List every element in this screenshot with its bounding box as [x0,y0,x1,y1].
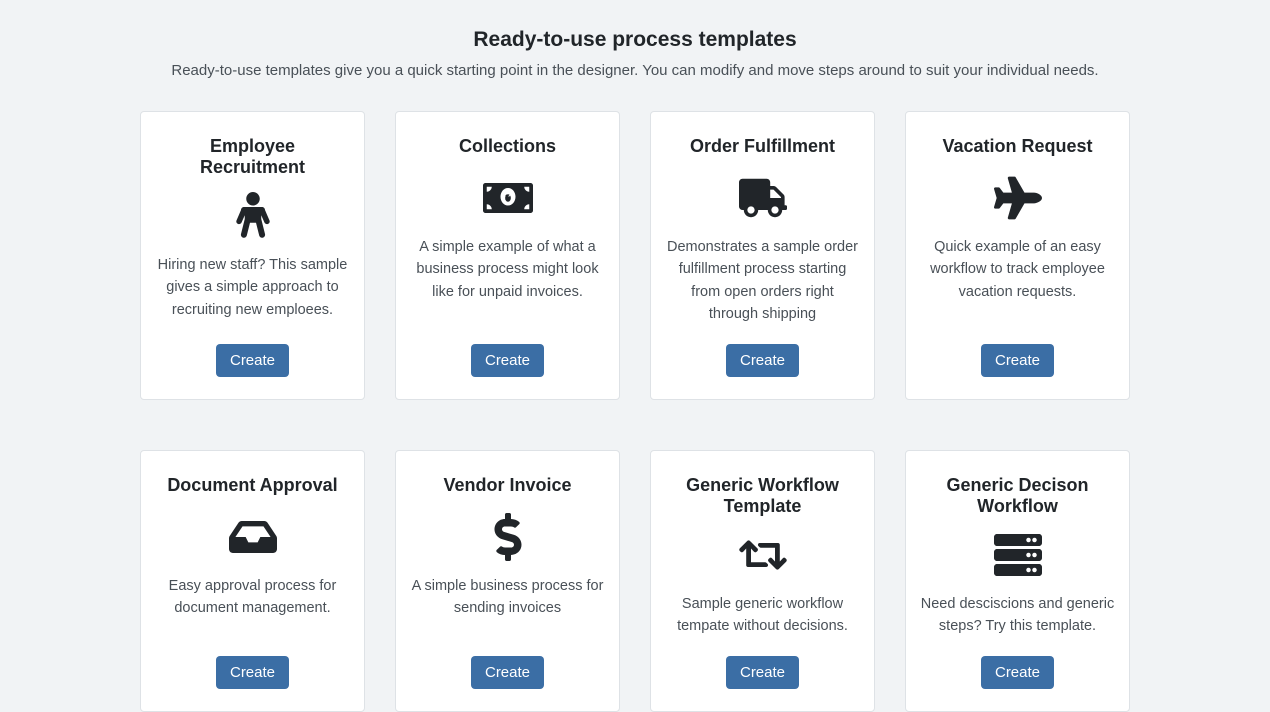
inbox-icon [229,513,277,561]
plane-icon [994,174,1042,222]
template-desc: Demonstrates a sample order fulfillment … [665,236,860,326]
template-title: Collections [459,136,556,160]
create-button[interactable]: Create [726,344,799,377]
section-title: Ready-to-use process templates [140,28,1130,52]
template-card: Collections 1 /* override to display the… [395,111,620,400]
create-button[interactable]: Create [726,656,799,689]
template-card: Order Fulfillment Demonstrates a sample … [650,111,875,400]
template-title: Order Fulfillment [690,136,835,160]
template-title: Vacation Request [942,136,1092,160]
template-desc: Quick example of an easy workflow to tra… [920,236,1115,326]
create-button[interactable]: Create [216,656,289,689]
template-card: Vendor Invoice A simple business process… [395,450,620,712]
create-button[interactable]: Create [981,344,1054,377]
create-button[interactable]: Create [216,344,289,377]
template-card: Employee Recruitment Hiring new staff? T… [140,111,365,400]
template-desc: Easy approval process for document manag… [155,575,350,638]
template-title: Generic Workflow Template [665,475,860,517]
template-desc: A simple business process for sending in… [410,575,605,638]
template-title: Generic Decison Workflow [920,475,1115,517]
template-desc: Hiring new staff? This sample gives a si… [155,254,350,326]
server-icon [994,531,1042,579]
template-card: Generic Workflow Template Sample generic… [650,450,875,712]
section-subtitle: Ready-to-use templates give you a quick … [140,62,1130,79]
retweet-icon [739,531,787,579]
dollar-icon [492,513,524,561]
templates-section: Ready-to-use process templates Ready-to-… [140,0,1130,712]
create-button[interactable]: Create [471,656,544,689]
template-desc: Sample generic workflow tempate without … [665,593,860,638]
template-card: Generic Decison Workflow Need desciscion… [905,450,1130,712]
person-icon [229,192,277,240]
template-desc: A simple example of what a business proc… [410,236,605,326]
create-button[interactable]: Create [471,344,544,377]
create-button[interactable]: Create [981,656,1054,689]
template-title: Employee Recruitment [155,136,350,178]
svg-text:1: 1 [504,193,508,201]
template-card: Document Approval Easy approval process … [140,450,365,712]
template-title: Vendor Invoice [443,475,571,499]
template-card: Vacation Request Quick example of an eas… [905,111,1130,400]
template-title: Document Approval [167,475,337,499]
truck-icon [739,174,787,222]
template-card-grid: Employee Recruitment Hiring new staff? T… [140,111,1130,712]
money-bill-icon: 1 [478,174,538,222]
template-desc: Need desciscions and generic steps? Try … [920,593,1115,638]
